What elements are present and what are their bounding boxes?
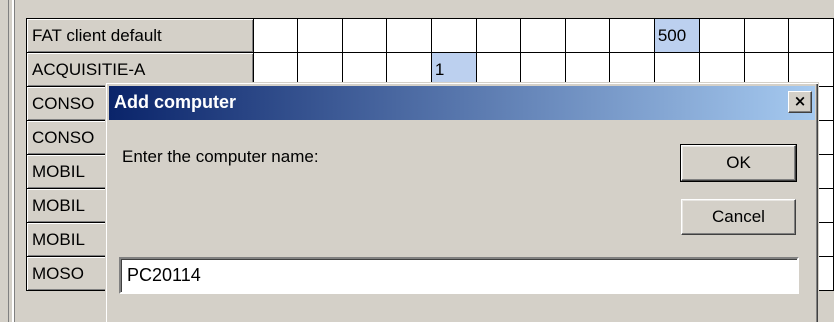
window-left-edge xyxy=(0,0,15,322)
dialog-titlebar[interactable]: Add computer × xyxy=(109,86,815,120)
add-computer-dialog: Add computer × Enter the computer name: … xyxy=(105,82,819,322)
grid-cell[interactable] xyxy=(788,18,834,53)
grid-cell[interactable] xyxy=(430,18,477,53)
table-row[interactable]: FAT client default 500 xyxy=(26,18,834,53)
app-window: FAT client default 500 ACQUISITIE-A 1 CONSO C… xyxy=(0,0,834,322)
computer-name-input[interactable] xyxy=(119,257,799,294)
cancel-button[interactable]: Cancel xyxy=(681,199,796,235)
grid-cell[interactable] xyxy=(609,18,655,53)
row-name-cell[interactable]: FAT client default xyxy=(26,18,254,53)
grid-cell[interactable] xyxy=(252,18,299,53)
grid-cell[interactable] xyxy=(341,18,388,53)
grid-cell[interactable] xyxy=(475,18,522,53)
close-icon: × xyxy=(793,92,807,110)
computer-name-prompt: Enter the computer name: xyxy=(122,147,319,166)
grid-cell[interactable] xyxy=(520,18,566,53)
grid-cell[interactable] xyxy=(297,18,343,53)
dialog-title: Add computer xyxy=(114,92,237,112)
ok-button[interactable]: OK xyxy=(680,144,797,182)
grid-cell[interactable] xyxy=(564,18,611,53)
close-button[interactable]: × xyxy=(788,91,812,113)
grid-cell[interactable] xyxy=(386,18,432,53)
grid-cell[interactable]: 500 xyxy=(653,18,701,53)
grid-cell[interactable] xyxy=(699,18,745,53)
grid-cell[interactable] xyxy=(743,18,790,53)
